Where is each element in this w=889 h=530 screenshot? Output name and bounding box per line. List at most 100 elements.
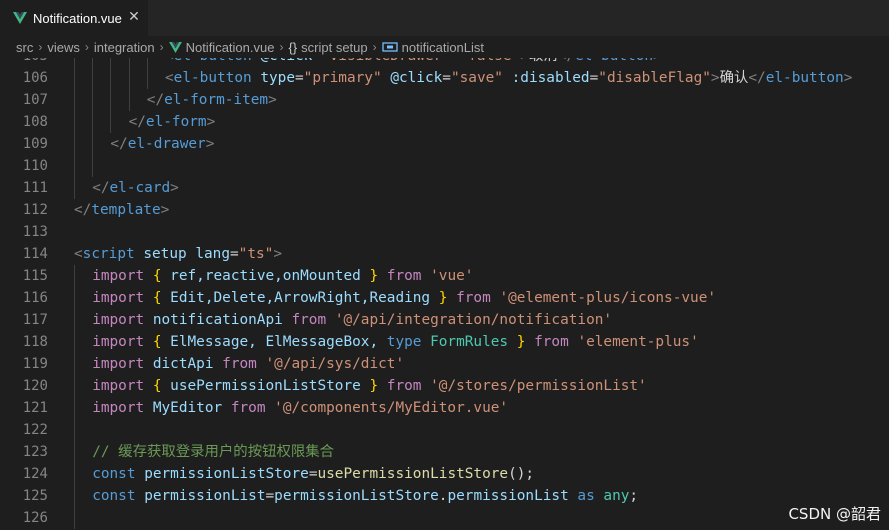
line-code: </el-form-item>	[147, 89, 277, 111]
code-token: from	[386, 268, 422, 284]
code-token: ElMessage, ElMessageBox,	[161, 334, 387, 350]
line-number: 105	[0, 58, 48, 67]
code-line[interactable]: 126	[0, 507, 889, 529]
indent-guide	[110, 58, 112, 67]
code-line[interactable]: 122	[0, 419, 889, 441]
code-token: </	[748, 70, 766, 86]
breadcrumb-src[interactable]: src	[16, 40, 33, 55]
code-token: "visibleDrawer = false"	[321, 58, 520, 64]
line-number: 126	[22, 510, 48, 526]
indent-guide	[92, 133, 94, 155]
code-token: permissionListStore	[144, 466, 309, 482]
code-token: from	[222, 356, 257, 372]
code-token: </	[110, 136, 128, 152]
code-line[interactable]: 120 import { usePermissionListStore } fro…	[0, 375, 889, 397]
indent-guide	[74, 133, 75, 155]
code-token: >	[843, 70, 853, 86]
code-token: FormRules	[430, 334, 509, 350]
braces-icon: {}	[288, 39, 298, 55]
code-token: ();	[508, 466, 535, 482]
code-line[interactable]: 124 const permissionListStore=usePermissi…	[0, 463, 889, 485]
line-code: import { usePermissionListStore } from '…	[92, 375, 647, 397]
code-token: type	[386, 334, 422, 350]
code-token: {	[152, 290, 162, 306]
code-line[interactable]: 108 </el-form>	[0, 111, 889, 133]
tab-notification-vue[interactable]: Notification.vue ✕	[0, 0, 149, 36]
line-code: import notificationApi from '@/api/integ…	[92, 309, 612, 331]
code-token: }	[369, 268, 379, 284]
code-line[interactable]: 118 import { ElMessage, ElMessageBox, typ…	[0, 331, 889, 353]
code-line[interactable]: 117 import notificationApi from '@/api/in…	[0, 309, 889, 331]
code-line[interactable]: 109 </el-drawer>	[0, 133, 889, 155]
code-line[interactable]: 121 import MyEditor from '@/components/My…	[0, 397, 889, 419]
indent-guide	[110, 89, 112, 111]
breadcrumb-symbol[interactable]: notificationList	[402, 40, 484, 55]
code-line[interactable]: 105<el-button @click="visibleDrawer = fa…	[0, 58, 889, 67]
indent-guide	[74, 507, 75, 529]
code-line[interactable]: 111 </el-card>	[0, 177, 889, 199]
code-token: <	[74, 246, 83, 262]
code-line[interactable]: 112 </template>	[0, 199, 889, 221]
code-token: ref,reactive,onMounted	[161, 268, 370, 284]
code-token: usePermissionListStore	[161, 378, 370, 394]
code-token: </	[558, 58, 575, 64]
code-token: import	[92, 290, 145, 306]
indent-guide	[74, 67, 75, 89]
code-token: '@/components/MyEditor.vue'	[274, 400, 509, 416]
line-number: 119	[22, 356, 48, 372]
line-code: <el-button type="primary" @click="save" …	[165, 67, 852, 89]
indent-guide	[110, 111, 112, 133]
code-token: from	[230, 400, 266, 416]
code-token: from	[534, 334, 569, 350]
breadcrumb-views[interactable]: views	[47, 40, 80, 55]
code-token: =	[294, 70, 304, 86]
code-token: import	[92, 334, 145, 350]
code-token: =	[265, 488, 275, 504]
close-icon[interactable]: ✕	[126, 9, 142, 25]
code-line[interactable]: 110	[0, 155, 889, 177]
code-line[interactable]: 106 <el-button type="primary" @click="sav…	[0, 67, 889, 89]
indent-guide	[74, 441, 75, 463]
code-token: dictApi	[152, 356, 214, 372]
line-number: 116	[22, 290, 48, 306]
code-line[interactable]: 125 const permissionList=permissionListSt…	[0, 485, 889, 507]
indent-guide	[74, 309, 75, 331]
code-token: >	[273, 246, 282, 262]
indent-guide	[74, 287, 75, 309]
code-line[interactable]: 113	[0, 221, 889, 243]
code-token: 'element-plus'	[577, 334, 699, 350]
indent-guide	[74, 155, 75, 177]
code-token: el-drawer	[127, 136, 206, 152]
code-token: import	[92, 356, 145, 372]
code-token: any	[603, 488, 630, 504]
tab-title: Notification.vue	[33, 10, 122, 26]
breadcrumb-integration[interactable]: integration	[94, 40, 155, 55]
code-token: >	[170, 180, 179, 196]
code-token: MyEditor	[152, 400, 223, 416]
code-line[interactable]: 107 </el-form-item>	[0, 89, 889, 111]
code-line[interactable]: 116 import { Edit,Delete,ArrowRight,Readi…	[0, 287, 889, 309]
indent-guide	[74, 375, 75, 397]
line-number: 113	[22, 224, 48, 240]
code-line[interactable]: 119 import dictApi from '@/api/sys/dict'	[0, 353, 889, 375]
line-code: import { ElMessage, ElMessageBox, type F…	[92, 331, 699, 353]
code-token: from	[456, 290, 491, 306]
indent-guide	[74, 419, 75, 441]
code-editor[interactable]: 105<el-button @click="visibleDrawer = fa…	[0, 58, 889, 530]
code-token: el-form	[145, 114, 207, 130]
breadcrumb-file[interactable]: Notification.vue	[186, 40, 275, 55]
breadcrumb-script[interactable]: script setup	[301, 40, 367, 55]
code-token: import	[92, 400, 145, 416]
code-token: @click	[260, 58, 312, 64]
chevron-right-icon: ›	[159, 40, 164, 54]
code-line[interactable]: 114 <script setup lang="ts">	[0, 243, 889, 265]
code-line[interactable]: 123 // 缓存获取登录用户的按钮权限集合	[0, 441, 889, 463]
code-line[interactable]: 115 import { ref,reactive,onMounted } fro…	[0, 265, 889, 287]
